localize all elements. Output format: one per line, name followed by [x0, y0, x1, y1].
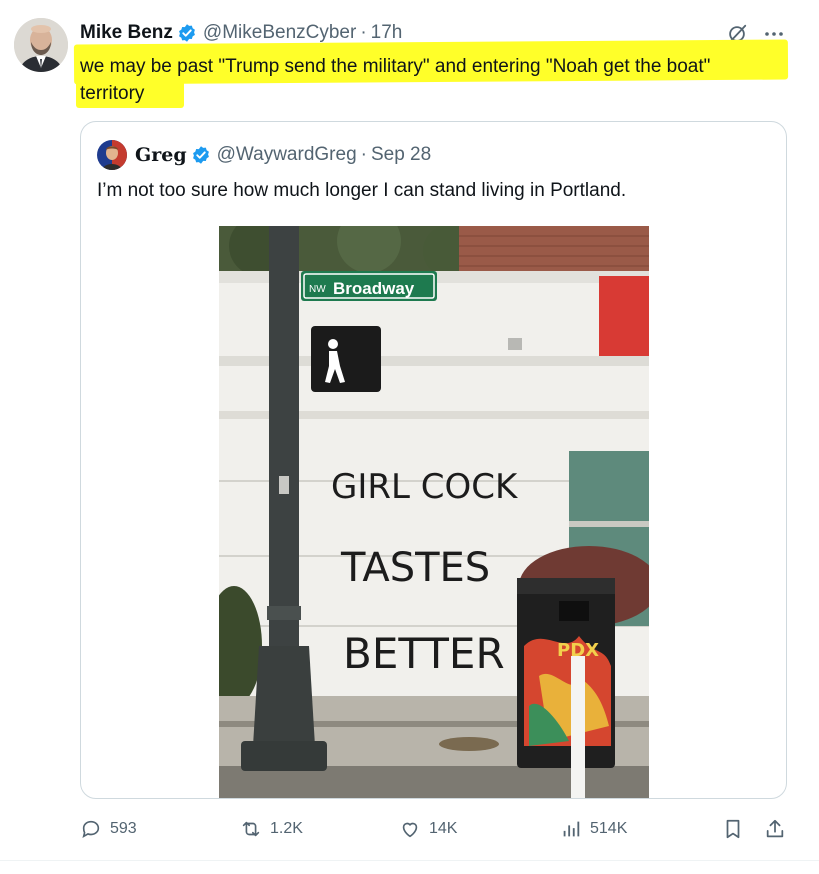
- graffiti-text: TASTES: [340, 545, 490, 591]
- repost-count: 1.2K: [270, 820, 303, 837]
- tweet-divider: [0, 860, 819, 861]
- author-name[interactable]: Mike Benz: [80, 22, 173, 44]
- tweet-text-line: territory: [80, 83, 145, 104]
- quoted-tweet-date[interactable]: Sep 28: [371, 144, 431, 166]
- like-icon: [402, 822, 418, 838]
- reply-button[interactable]: 593: [80, 818, 137, 840]
- quoted-tweet[interactable]: Greg @WaywardGreg · Sep 28 I’m not too s…: [80, 121, 787, 799]
- tweet-text-line: we may be past "Trump send the military"…: [80, 56, 711, 77]
- street-sign-name: Broadway: [333, 279, 415, 298]
- tweet-text: we may be past "Trump send the military"…: [80, 53, 800, 107]
- street-sign-prefix: NW: [309, 284, 326, 295]
- repost-icon: [242, 821, 260, 837]
- action-bar: 593 1.2K 14K 514K: [0, 810, 819, 850]
- verified-badge-icon: [179, 24, 195, 42]
- author-handle[interactable]: @MikeBenzCyber: [203, 22, 356, 44]
- reply-icon: [82, 820, 100, 838]
- quoted-tweet-text: I’m not too sure how much longer I can s…: [97, 180, 627, 201]
- quoted-header-separator: ·: [360, 144, 367, 165]
- author-avatar[interactable]: [14, 18, 68, 72]
- quoted-author-handle[interactable]: @WaywardGreg: [217, 144, 357, 166]
- tweet: Mike Benz @MikeBenzCyber · 17h we may be…: [0, 0, 819, 874]
- views-button[interactable]: 514K: [560, 818, 627, 840]
- share-icon: [766, 819, 784, 838]
- reply-count: 593: [110, 820, 137, 837]
- quoted-author-avatar[interactable]: [97, 140, 127, 170]
- share-button[interactable]: [764, 818, 794, 840]
- like-count: 14K: [429, 820, 458, 837]
- quoted-tweet-header: Greg @WaywardGreg · Sep 28: [97, 140, 431, 170]
- bookmark-icon: [726, 819, 740, 839]
- repost-button[interactable]: 1.2K: [240, 818, 303, 840]
- header-separator: ·: [360, 22, 367, 43]
- view-count: 514K: [590, 820, 628, 837]
- graffiti-text: BETTER: [343, 629, 505, 678]
- quoted-tweet-photo[interactable]: GIRL COCK TASTES BETTER NW Broadway PDX: [219, 226, 649, 798]
- like-button[interactable]: 14K: [399, 818, 457, 840]
- graffiti-text: GIRL COCK: [331, 467, 519, 507]
- tweet-time[interactable]: 17h: [371, 22, 403, 44]
- bookmark-button[interactable]: [722, 818, 752, 840]
- verified-badge-icon: [192, 146, 209, 164]
- quoted-author-name[interactable]: Greg: [135, 144, 187, 166]
- views-icon: [563, 821, 580, 837]
